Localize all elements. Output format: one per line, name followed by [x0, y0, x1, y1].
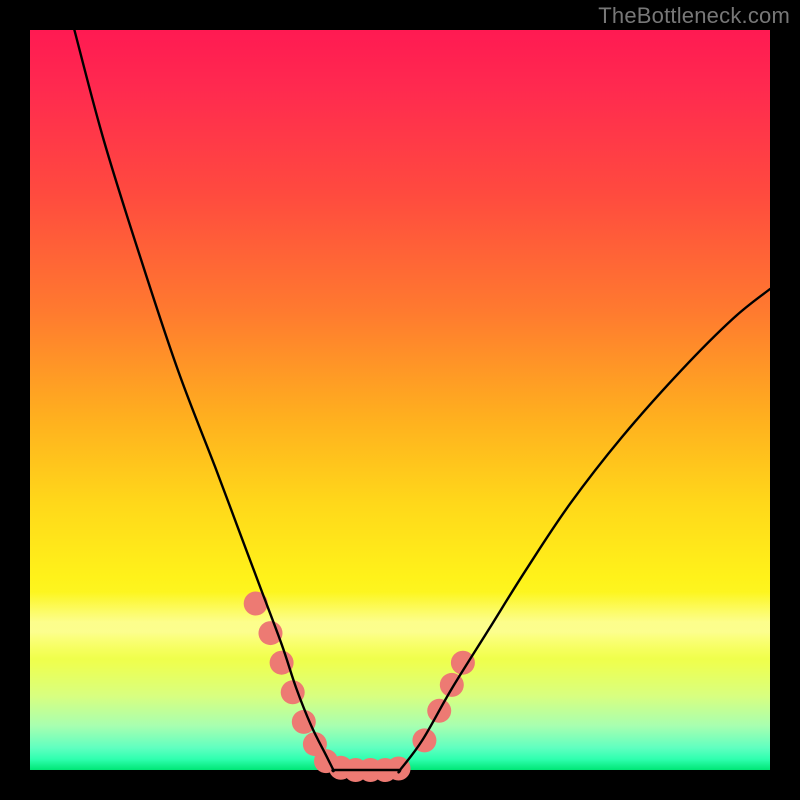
curve-group	[74, 30, 770, 772]
plot-area	[30, 30, 770, 770]
chart-svg	[30, 30, 770, 770]
bottleneck-curve	[74, 30, 770, 772]
chart-frame: TheBottleneck.com	[0, 0, 800, 800]
marker-group	[244, 592, 475, 783]
watermark-text: TheBottleneck.com	[598, 3, 790, 29]
marker-dot	[259, 621, 283, 645]
